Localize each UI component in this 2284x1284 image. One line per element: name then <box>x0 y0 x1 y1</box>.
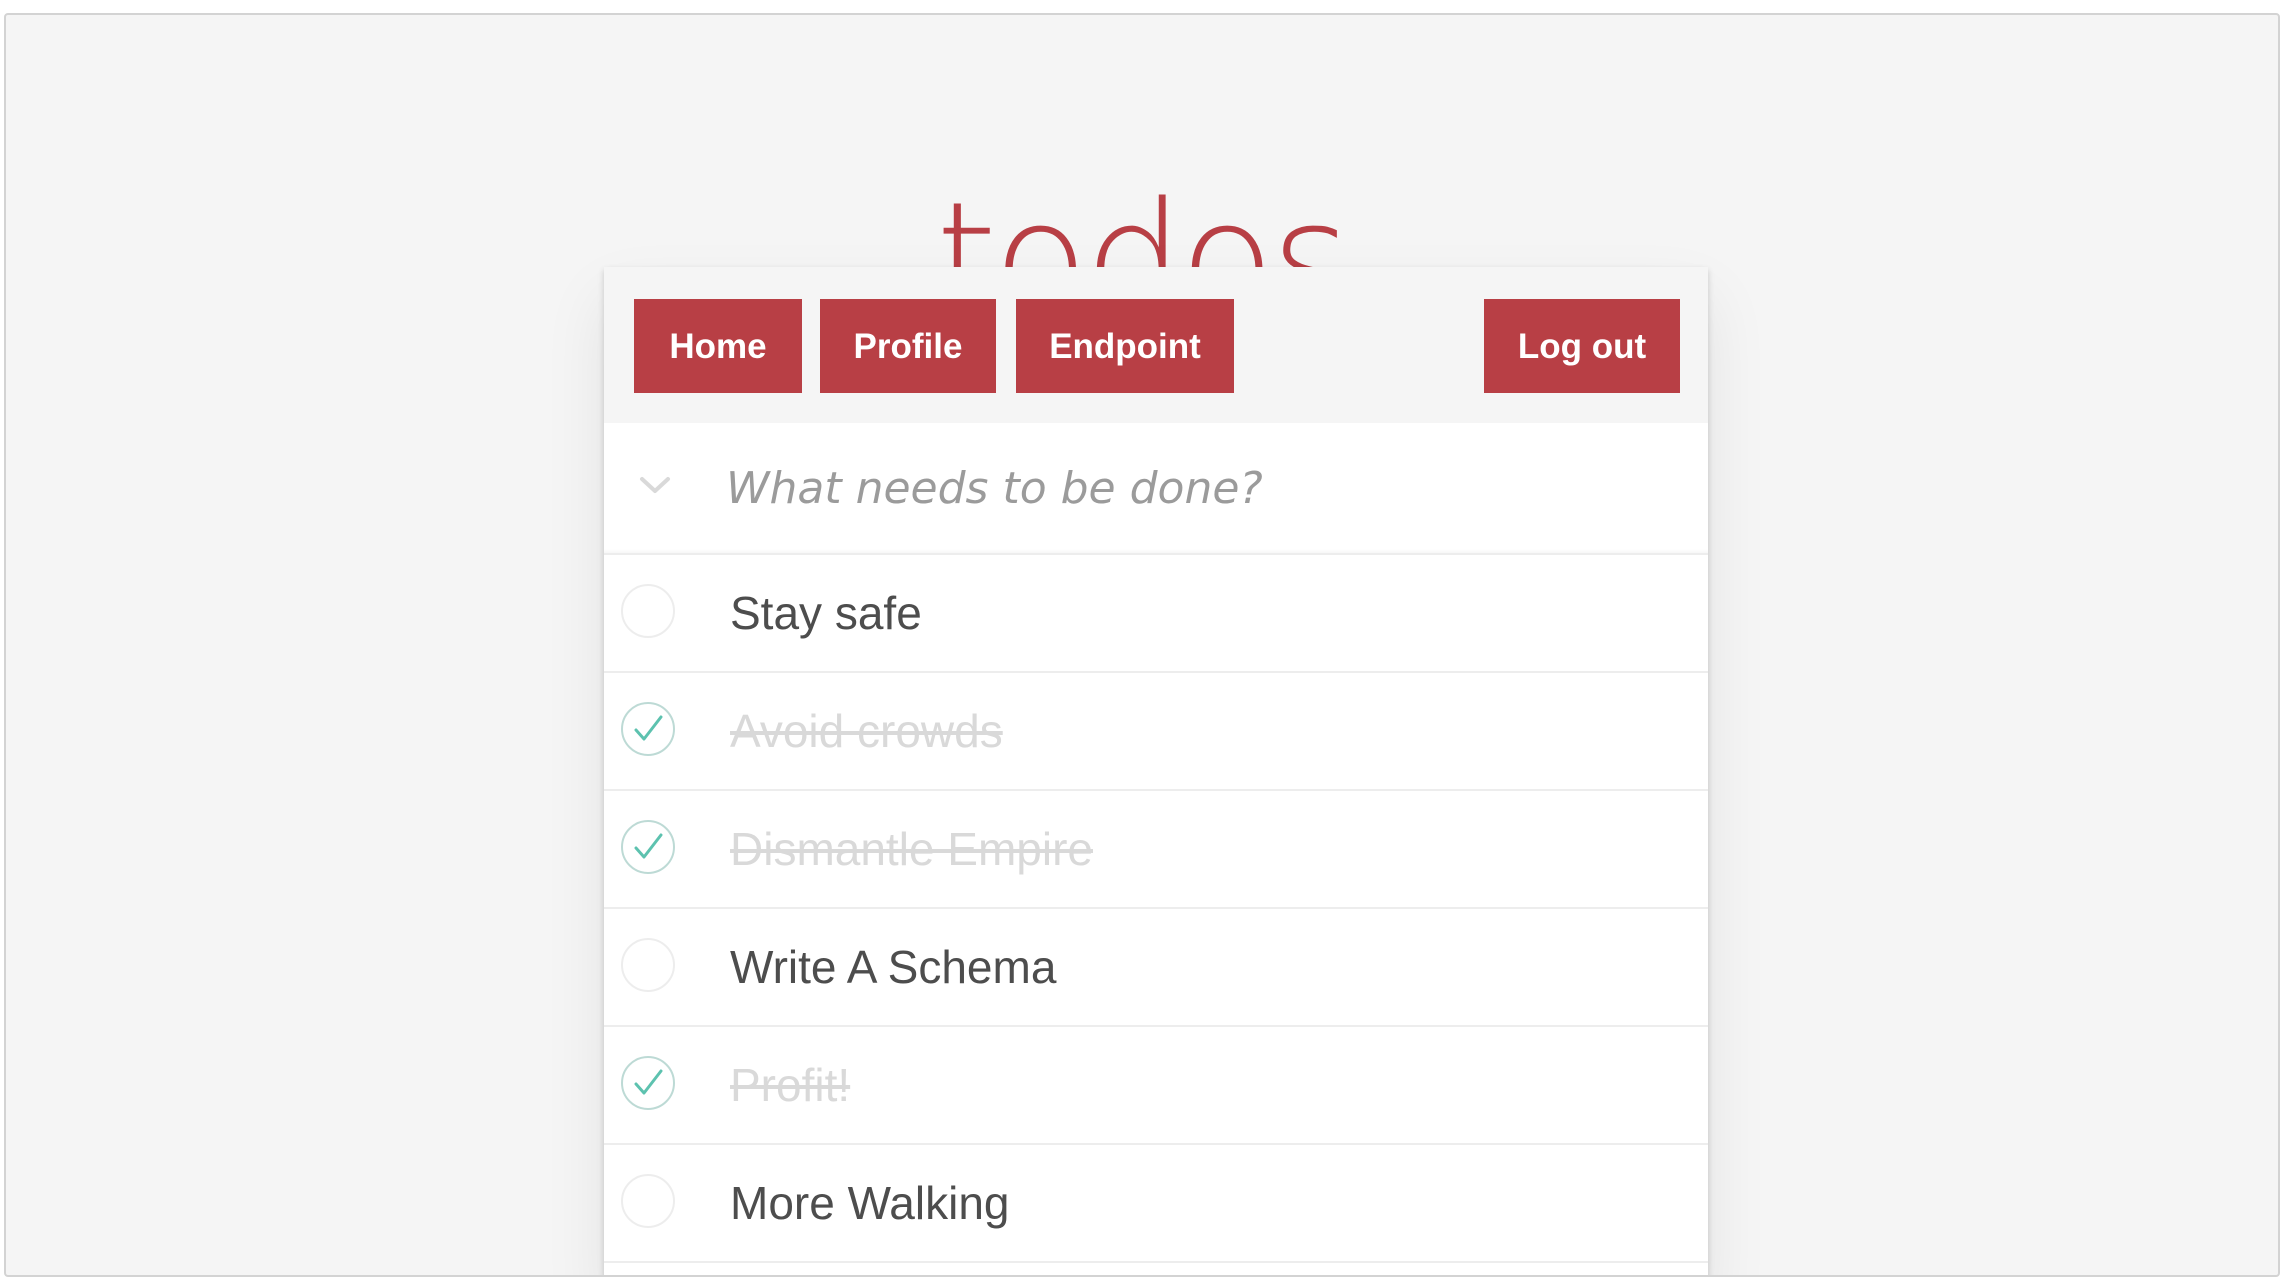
check-circle-icon[interactable] <box>620 819 676 875</box>
todo-item: More Walking <box>604 1145 1708 1263</box>
todo-item: Avoid crowds <box>604 673 1708 791</box>
todo-label[interactable]: Write A Schema <box>730 909 1056 1025</box>
check-circle-icon[interactable] <box>620 1055 676 1111</box>
profile-button[interactable]: Profile <box>820 299 996 393</box>
todo-item: Write A Schema <box>604 909 1708 1027</box>
chevron-down-icon[interactable] <box>630 461 680 511</box>
home-button[interactable]: Home <box>634 299 802 393</box>
nav-bar: Home Profile Endpoint Log out <box>604 267 1708 423</box>
circle-icon[interactable] <box>620 583 676 639</box>
todo-label[interactable]: Avoid crowds <box>730 673 1003 789</box>
todo-label[interactable]: More Walking <box>730 1145 1009 1261</box>
todo-item: Profit! <box>604 1027 1708 1145</box>
todo-label[interactable]: Stay safe <box>730 555 922 671</box>
new-todo-input[interactable] <box>724 423 1688 553</box>
circle-icon[interactable] <box>620 1173 676 1229</box>
browser-viewport: todos Home Profile Endpoint Log out Stay… <box>4 13 2280 1277</box>
todo-label[interactable]: Dismantle Empire <box>730 791 1093 907</box>
check-circle-icon[interactable] <box>620 701 676 757</box>
endpoint-button[interactable]: Endpoint <box>1016 299 1234 393</box>
circle-icon[interactable] <box>620 937 676 993</box>
todo-app: Home Profile Endpoint Log out Stay safeA… <box>604 267 1708 1275</box>
todo-item: Dismantle Empire <box>604 791 1708 909</box>
todo-label[interactable]: Profit! <box>730 1027 850 1143</box>
todo-list: Stay safe Avoid crowds Dismantle Empire Wri… <box>604 555 1708 1263</box>
new-todo-row <box>604 423 1708 555</box>
todo-item: Stay safe <box>604 555 1708 673</box>
logout-button[interactable]: Log out <box>1484 299 1680 393</box>
